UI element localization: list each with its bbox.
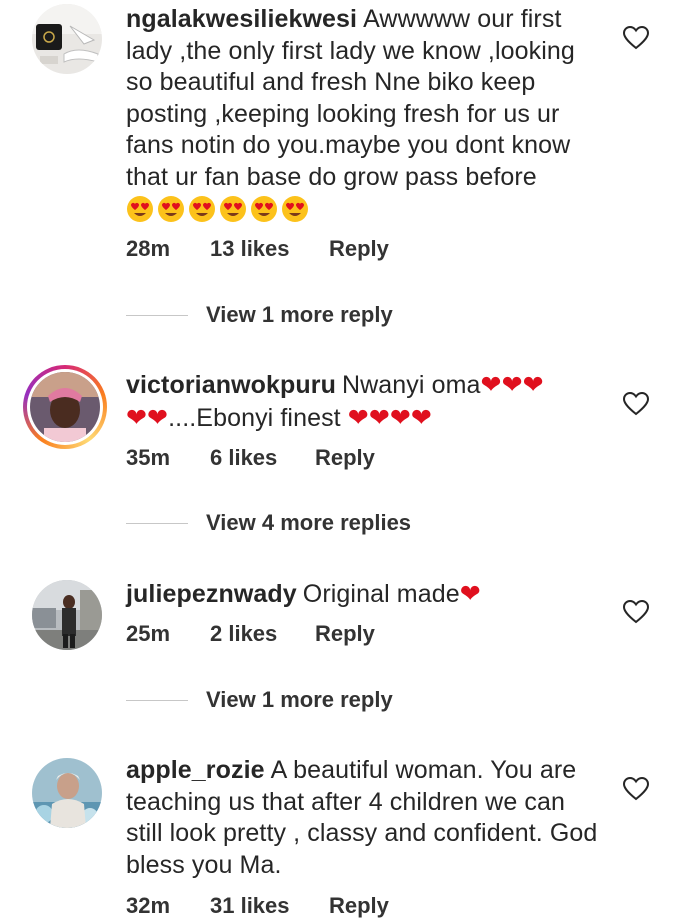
heart-eyes-emoji-icon <box>220 196 246 222</box>
avatar-image <box>32 4 102 74</box>
replies-divider <box>126 315 188 316</box>
red-heart-emoji-icon: ❤❤❤❤ <box>347 402 432 432</box>
comment-text: juliepeznwady Original made❤ <box>126 578 606 611</box>
comment-body: ....Ebonyi finest <box>168 403 348 432</box>
comment-text: victorianwokpuru Nwanyi oma❤❤❤ ❤❤....Ebon… <box>126 369 606 434</box>
comment-time: 28m <box>126 236 171 261</box>
view-replies-label[interactable]: View 4 more replies <box>206 508 411 538</box>
heart-outline-icon[interactable] <box>622 776 650 802</box>
red-heart-emoji-icon: ❤❤ <box>126 402 169 432</box>
replies-divider <box>126 700 188 701</box>
comment-username[interactable]: juliepeznwady <box>126 580 297 608</box>
view-replies-label[interactable]: View 1 more reply <box>206 300 393 330</box>
avatar[interactable] <box>32 4 102 74</box>
heart-eyes-emoji-icon <box>158 196 184 222</box>
avatar-image <box>32 758 102 828</box>
comment-body: Original made <box>302 580 460 608</box>
comment-text: ngalakwesiliekwesi Awwwww our first lady … <box>126 4 606 228</box>
avatar <box>30 372 100 442</box>
comment-text: apple_rozie A beautiful woman. You are te… <box>126 755 606 881</box>
reply-button[interactable]: Reply <box>315 619 375 649</box>
avatar[interactable] <box>32 580 102 650</box>
comment-likes[interactable]: 31 likes <box>210 891 290 921</box>
comment-time: 25m <box>126 621 171 646</box>
emoji-row <box>126 195 312 228</box>
red-heart-emoji-icon: ❤❤❤ <box>480 370 544 399</box>
comment-likes[interactable]: 6 likes <box>210 443 277 473</box>
red-heart-emoji-icon: ❤ <box>459 579 481 608</box>
avatar[interactable] <box>32 758 102 828</box>
reply-button[interactable]: Reply <box>329 234 389 264</box>
comment-username[interactable]: ngalakwesiliekwesi <box>126 5 357 33</box>
heart-outline-icon[interactable] <box>622 25 650 51</box>
heart-eyes-emoji-icon <box>282 196 308 222</box>
comment-likes[interactable]: 2 likes <box>210 619 277 649</box>
heart-eyes-emoji-icon <box>251 196 277 222</box>
avatar-image <box>32 580 102 650</box>
heart-outline-icon[interactable] <box>622 391 650 417</box>
avatar-image <box>30 372 100 442</box>
comment-username[interactable]: victorianwokpuru <box>126 371 336 399</box>
reply-button[interactable]: Reply <box>329 891 389 921</box>
reply-button[interactable]: Reply <box>315 443 375 473</box>
heart-eyes-emoji-icon <box>189 196 215 222</box>
avatar-story-ring[interactable] <box>23 365 107 449</box>
view-replies-label[interactable]: View 1 more reply <box>206 685 393 715</box>
comment-body: Nwanyi oma <box>341 371 481 399</box>
comment-username[interactable]: apple_rozie <box>126 756 265 784</box>
comment-time: 32m <box>126 893 171 918</box>
heart-eyes-emoji-icon <box>127 196 153 222</box>
comment-likes[interactable]: 13 likes <box>210 234 290 264</box>
heart-outline-icon[interactable] <box>622 599 650 625</box>
replies-divider <box>126 523 188 524</box>
comment-time: 35m <box>126 445 171 470</box>
